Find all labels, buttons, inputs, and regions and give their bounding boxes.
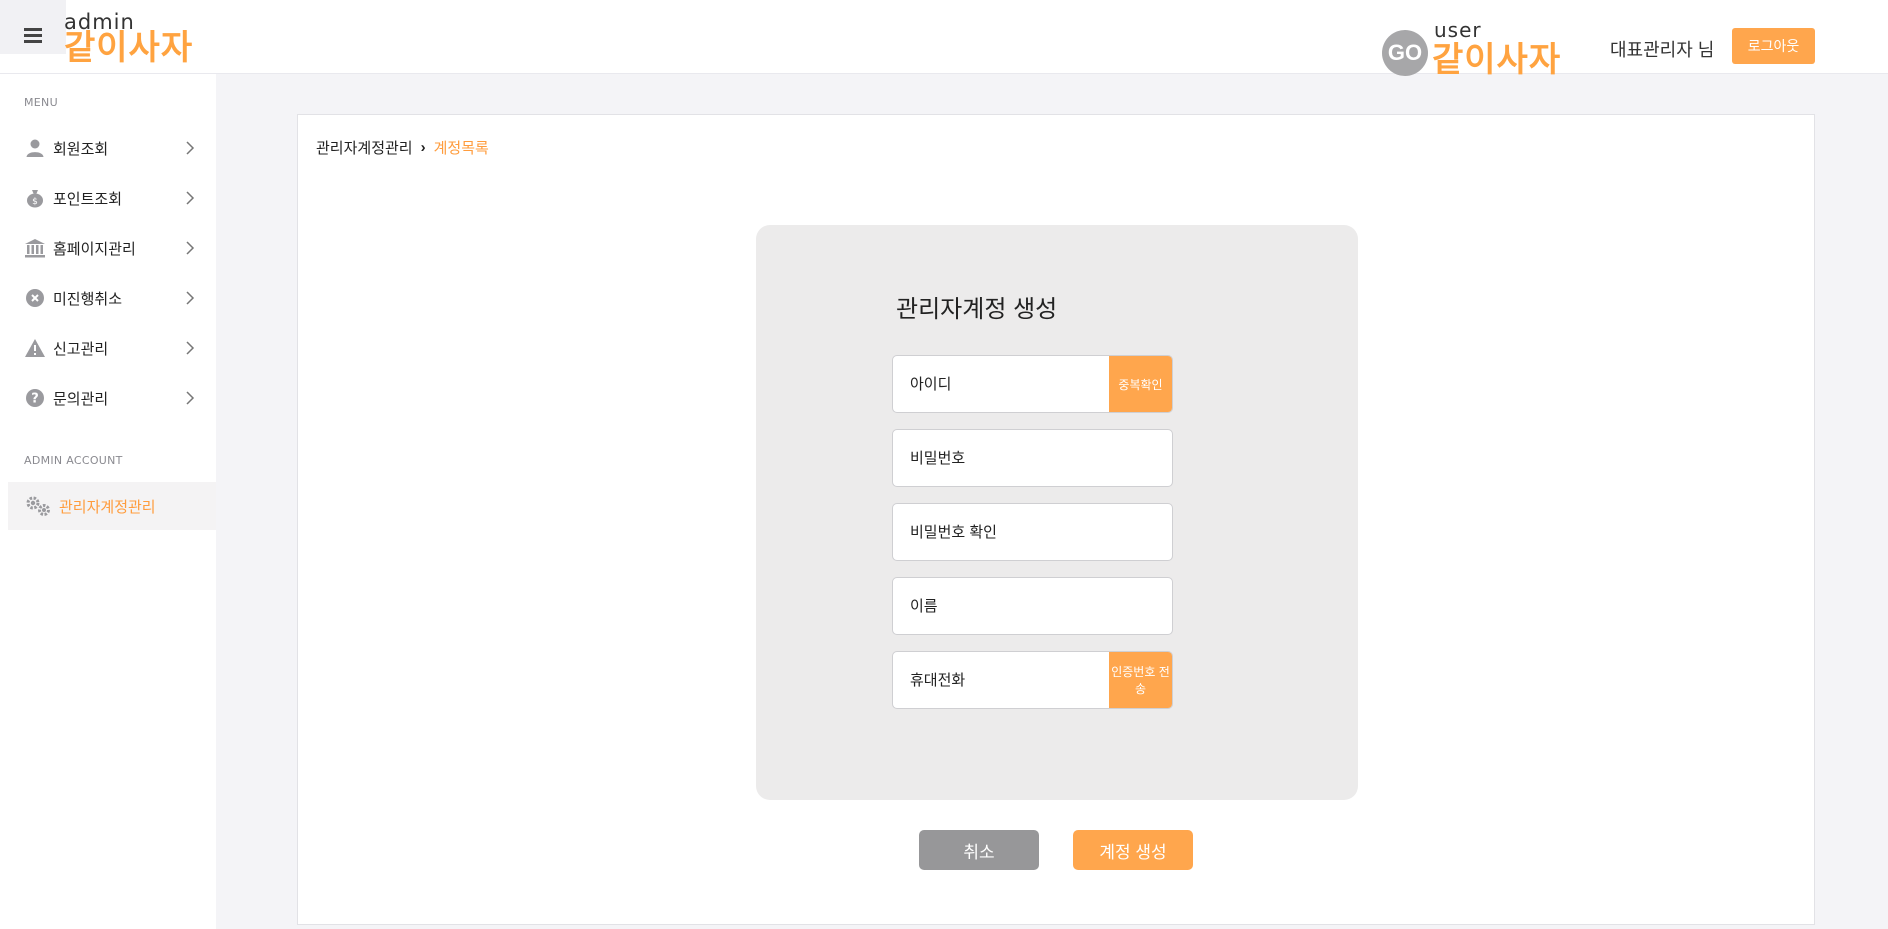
hamburger-menu-button[interactable] — [0, 0, 66, 54]
admin-logo-brand-text: 같이사자 — [64, 28, 194, 68]
phone-input[interactable] — [893, 671, 1109, 689]
admin-logo[interactable]: admin 같이사자 — [64, 12, 194, 68]
sidebar-section-menu: MENU — [24, 96, 58, 109]
sidebar-item-label: 신고관리 — [53, 340, 109, 358]
breadcrumb-current: 계정목록 — [433, 140, 489, 157]
id-input[interactable] — [893, 375, 1109, 393]
chevron-right-icon — [186, 141, 195, 155]
create-account-button[interactable]: 계정 생성 — [1073, 830, 1193, 870]
content-panel: 관리자계정관리 › 계정목록 관리자계정 생성 중복확인 인증번호 전송 취소 … — [297, 114, 1815, 925]
sidebar-item-cancellation[interactable]: 미진행취소 — [8, 274, 216, 322]
sidebar-item-label: 포인트조회 — [53, 190, 123, 208]
money-bag-icon: $ — [23, 186, 47, 210]
password-confirm-field-group — [892, 503, 1173, 561]
send-verification-code-button[interactable]: 인증번호 전송 — [1109, 652, 1172, 708]
sidebar-item-label: 회원조회 — [53, 140, 109, 158]
chevron-right-icon — [186, 191, 195, 205]
name-input[interactable] — [893, 597, 1172, 615]
hamburger-icon — [24, 28, 42, 43]
account-create-form: 관리자계정 생성 중복확인 인증번호 전송 — [756, 225, 1358, 800]
id-field-group: 중복확인 — [892, 355, 1173, 413]
go-circle-icon: GO — [1382, 30, 1428, 76]
svg-text:$: $ — [32, 197, 38, 207]
breadcrumb: 관리자계정관리 › 계정목록 — [316, 137, 489, 158]
breadcrumb-separator-icon: › — [420, 139, 426, 156]
cancel-button[interactable]: 취소 — [919, 830, 1039, 870]
sidebar-item-inquiries[interactable]: ? 문의관리 — [8, 374, 216, 422]
x-circle-icon — [23, 286, 47, 310]
top-header: admin 같이사자 GO user 같이사자 대표관리자 님 로그아웃 — [0, 0, 1888, 80]
password-confirm-input[interactable] — [893, 523, 1172, 541]
logout-button[interactable]: 로그아웃 — [1732, 28, 1815, 64]
svg-text:?: ? — [31, 392, 39, 407]
sidebar-item-label: 관리자계정관리 — [59, 498, 156, 516]
password-field-group — [892, 429, 1173, 487]
chevron-right-icon — [186, 241, 195, 255]
phone-field-group: 인증번호 전송 — [892, 651, 1173, 709]
bank-icon — [23, 236, 47, 260]
name-field-group — [892, 577, 1173, 635]
sidebar-item-reports[interactable]: 신고관리 — [8, 324, 216, 372]
chevron-right-icon — [186, 291, 195, 305]
duplicate-check-button[interactable]: 중복확인 — [1109, 356, 1172, 412]
chevron-right-icon — [186, 391, 195, 405]
breadcrumb-parent[interactable]: 관리자계정관리 — [316, 137, 413, 158]
admin-greeting: 대표관리자 님 — [1610, 40, 1715, 60]
sidebar: MENU 회원조회 $ 포인트조회 홈페이지관리 미진행취소 신고관리 ? 문의… — [0, 74, 216, 929]
chevron-right-icon — [186, 341, 195, 355]
warning-icon — [23, 336, 47, 360]
gears-icon — [23, 494, 53, 518]
form-title: 관리자계정 생성 — [896, 296, 1058, 323]
sidebar-item-admin-account-management[interactable]: 관리자계정관리 — [8, 482, 216, 530]
sidebar-item-homepage[interactable]: 홈페이지관리 — [8, 224, 216, 272]
question-circle-icon: ? — [23, 386, 47, 410]
user-logo-brand-text: 같이사자 — [1432, 40, 1562, 80]
sidebar-item-points[interactable]: $ 포인트조회 — [8, 174, 216, 222]
password-input[interactable] — [893, 449, 1172, 467]
sidebar-item-label: 문의관리 — [53, 390, 109, 408]
sidebar-section-admin-account: ADMIN ACCOUNT — [24, 454, 123, 467]
sidebar-item-members[interactable]: 회원조회 — [8, 124, 216, 172]
sidebar-item-label: 미진행취소 — [53, 290, 123, 308]
user-icon — [23, 136, 47, 160]
sidebar-item-label: 홈페이지관리 — [53, 240, 136, 258]
